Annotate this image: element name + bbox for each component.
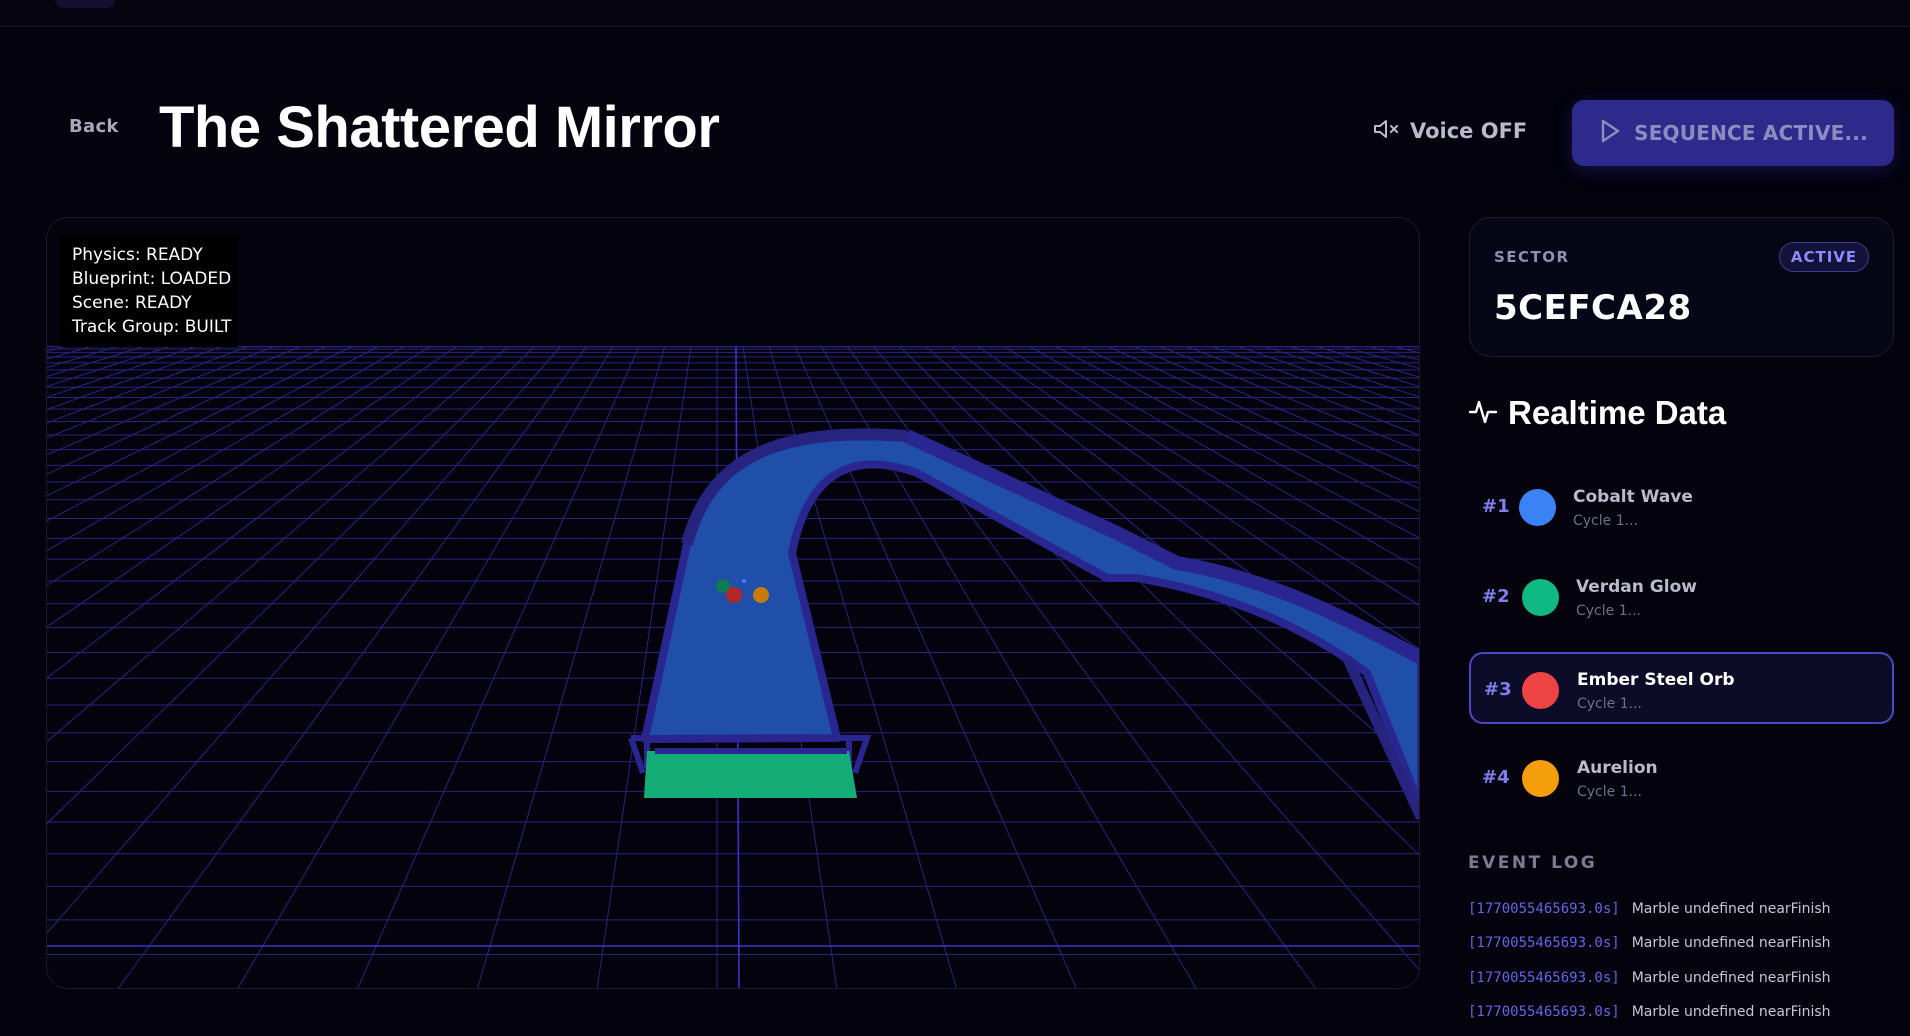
scene-canvas (47, 218, 1419, 988)
racer-color-dot (1519, 489, 1556, 526)
log-entry: [1770055465693.0s] Marble undefined near… (1468, 970, 1831, 986)
racer-name: Cobalt Wave (1573, 487, 1693, 507)
racer-status: Cycle 1... (1577, 696, 1642, 712)
pulse-icon (1468, 396, 1498, 430)
sector-label: SECTOR (1494, 248, 1570, 266)
racer-color-dot (1522, 579, 1559, 616)
racer-row-3[interactable]: #3 Ember Steel Orb Cycle 1... (1469, 652, 1894, 724)
log-timestamp: [1770055465693.0s] (1468, 1004, 1620, 1020)
realtime-header: Realtime Data (1468, 394, 1726, 432)
status-badge: ACTIVE (1779, 242, 1869, 272)
racer-color-dot (1522, 672, 1559, 709)
racer-status: Cycle 1... (1576, 603, 1641, 619)
page-title: The Shattered Mirror (159, 95, 720, 160)
sequence-label: SEQUENCE ACTIVE... (1634, 121, 1868, 145)
log-timestamp: [1770055465693.0s] (1468, 970, 1620, 986)
racer-rank: #1 (1482, 496, 1510, 517)
log-timestamp: [1770055465693.0s] (1468, 935, 1620, 951)
log-entry: [1770055465693.0s] Marble undefined near… (1468, 901, 1831, 917)
status-scene: Scene: READY (72, 293, 192, 313)
racer-rank: #2 (1482, 586, 1510, 607)
top-bar (0, 0, 1910, 27)
log-message: Marble undefined nearFinish (1631, 901, 1831, 917)
voice-toggle[interactable]: Voice OFF (1372, 118, 1527, 144)
log-message: Marble undefined nearFinish (1631, 935, 1831, 951)
realtime-title: Realtime Data (1508, 394, 1727, 431)
status-physics: Physics: READY (72, 245, 203, 265)
marble-aurelion (753, 587, 769, 603)
status-track-group: Track Group: BUILT (72, 317, 232, 337)
racer-status: Cycle 1... (1573, 513, 1638, 529)
racer-name: Ember Steel Orb (1577, 670, 1735, 690)
race-viewport[interactable]: Physics: READY Blueprint: LOADED Scene: … (46, 217, 1420, 989)
log-message: Marble undefined nearFinish (1631, 970, 1831, 986)
racer-rank: #4 (1482, 767, 1510, 788)
racer-status: Cycle 1... (1577, 784, 1642, 800)
top-bar-accent (55, 0, 115, 8)
status-overlay: Physics: READY Blueprint: LOADED Scene: … (60, 235, 238, 347)
racer-color-dot (1522, 760, 1559, 797)
speaker-muted-icon (1372, 118, 1400, 144)
racer-row-2[interactable]: #2 Verdan Glow Cycle 1... (1469, 561, 1894, 633)
play-icon (1598, 118, 1622, 148)
log-entry: [1770055465693.0s] Marble undefined near… (1468, 1004, 1831, 1020)
sector-card: SECTOR ACTIVE 5CEFCA28 (1469, 217, 1894, 357)
sector-code: 5CEFCA28 (1494, 288, 1692, 328)
log-timestamp: [1770055465693.0s] (1468, 901, 1620, 917)
event-log-title: EVENT LOG (1468, 853, 1598, 873)
racer-name: Aurelion (1577, 758, 1658, 778)
voice-label: Voice OFF (1410, 119, 1528, 143)
log-entry: [1770055465693.0s] Marble undefined near… (1468, 935, 1831, 951)
status-blueprint: Blueprint: LOADED (72, 269, 232, 289)
back-button[interactable]: Back (69, 116, 119, 137)
racer-row-4[interactable]: #4 Aurelion Cycle 1... (1469, 742, 1894, 814)
log-message: Marble undefined nearFinish (1631, 1004, 1831, 1020)
racer-rank: #3 (1484, 679, 1512, 700)
racer-row-1[interactable]: #1 Cobalt Wave Cycle 1... (1469, 471, 1894, 543)
sequence-button[interactable]: SEQUENCE ACTIVE... (1572, 100, 1894, 166)
marble-ember (726, 587, 742, 603)
marble-cobalt (742, 579, 746, 583)
racer-name: Verdan Glow (1576, 577, 1697, 597)
